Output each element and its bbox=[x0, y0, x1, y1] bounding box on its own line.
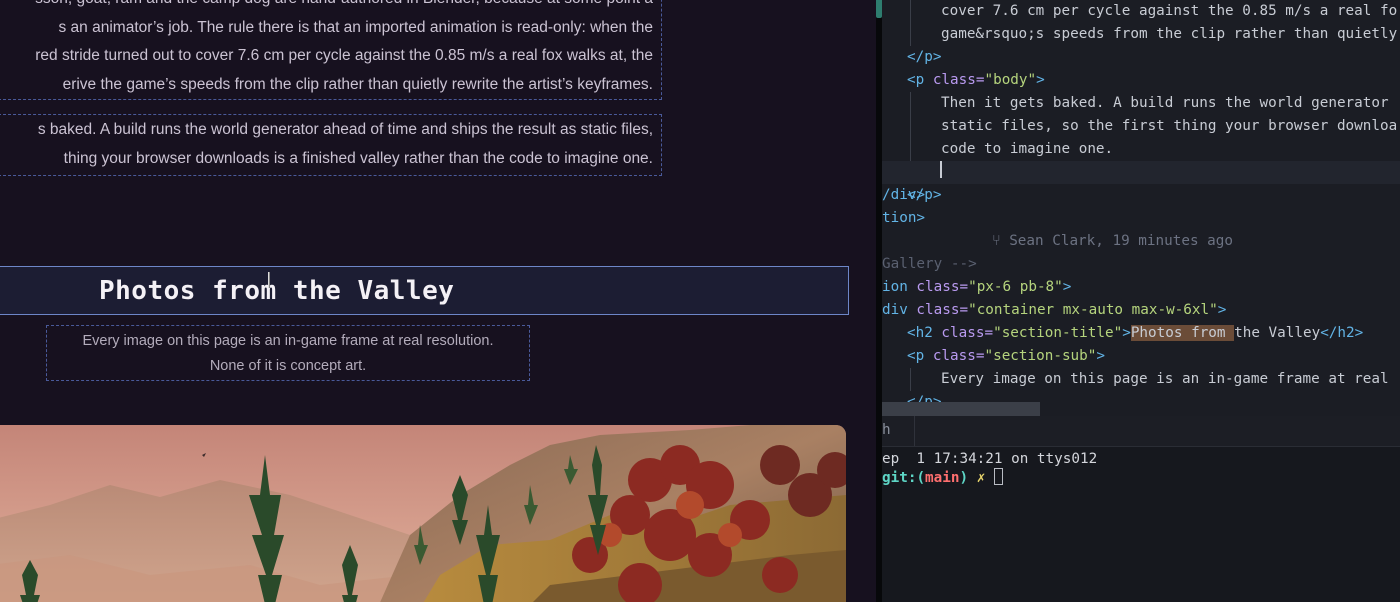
indent-guide bbox=[910, 0, 911, 46]
paragraph-line: sson, goat, ram and the camp dog are han… bbox=[0, 0, 661, 14]
section-title-box: Photos from the Valley bbox=[0, 266, 849, 315]
browser-preview[interactable]: sson, goat, ram and the camp dog are han… bbox=[0, 0, 876, 602]
code-line[interactable]: Every image on this page is an in-game f… bbox=[941, 368, 1389, 391]
code-line[interactable]: Gallery --> bbox=[882, 253, 977, 276]
git-branch: main bbox=[925, 470, 960, 486]
dirty-status-icon: ✗ bbox=[976, 470, 986, 486]
paragraph-line: s baked. A build runs the world generato… bbox=[37, 121, 653, 138]
git-commit-icon: ⑂ bbox=[992, 233, 1010, 249]
code-line[interactable]: tion> bbox=[882, 207, 925, 230]
code-line[interactable]: <p class="section-sub"> bbox=[907, 345, 1105, 368]
code-line[interactable]: div class="container mx-auto max-w-6xl"> bbox=[882, 299, 1226, 322]
code-line[interactable]: </p> bbox=[907, 46, 941, 69]
terminal-cursor bbox=[993, 468, 1003, 485]
code-line[interactable]: code to imagine one. bbox=[941, 138, 1113, 161]
body-paragraph: s baked. A build runs the world generato… bbox=[0, 114, 662, 176]
terminal-prompt[interactable]: git:(main) ✗ bbox=[882, 468, 1003, 488]
section-subtitle: Every image on this page is an in-game f… bbox=[46, 325, 530, 381]
paragraph-line: red stride turned out to cover 7.6 cm pe… bbox=[35, 47, 653, 64]
paragraph-line: s an animator’s job. The rule there is t… bbox=[58, 18, 654, 36]
valley-photo-image bbox=[0, 425, 846, 602]
code-line[interactable]: static files, so the first thing your br… bbox=[941, 115, 1397, 138]
story-paragraph: sson, goat, ram and the camp dog are han… bbox=[0, 0, 662, 100]
indent-guide bbox=[910, 368, 911, 391]
subtitle-line: Every image on this page is an in-game f… bbox=[82, 333, 494, 349]
terminal-tab[interactable]: h bbox=[882, 416, 915, 446]
paragraph-line: thing your browser downloads is a finish… bbox=[63, 149, 653, 167]
subtitle-line: None of it is concept art. bbox=[209, 357, 367, 374]
terminal-tab-bar: h bbox=[882, 416, 1400, 447]
indent-guide bbox=[910, 92, 911, 161]
code-line[interactable]: Then it gets baked. A build runs the wor… bbox=[941, 92, 1389, 115]
code-line[interactable]: /div> bbox=[882, 184, 925, 207]
code-line[interactable]: cover 7.6 cm per cycle against the 0.85 … bbox=[941, 0, 1397, 23]
editor-caret bbox=[940, 161, 942, 178]
selection-highlight: Photos from bbox=[1130, 325, 1235, 341]
paragraph-line: erive the game’s speeds from the clip ra… bbox=[62, 75, 653, 93]
valley-photo bbox=[0, 425, 846, 602]
git-blame-annotation: ⑂ Sean Clark, 19 minutes ago bbox=[992, 233, 1233, 249]
section-title: Photos from the Valley bbox=[99, 276, 455, 306]
terminal-tab-label: h bbox=[882, 422, 891, 438]
terminal-login-line: ep 1 17:34:21 on ttys012 bbox=[882, 451, 1098, 467]
text-cursor-icon bbox=[268, 272, 270, 288]
code-line[interactable]: <h2 class="section-title">Photos from th… bbox=[907, 322, 1363, 345]
terminal-panel[interactable]: h ep 1 17:34:21 on ttys012 git:(main) ✗ bbox=[882, 416, 1400, 602]
code-line[interactable]: <p class="body"> bbox=[907, 69, 1045, 92]
current-code-line[interactable]: </p> ⑂ Sean Clark, 19 minutes ago bbox=[882, 161, 1400, 249]
code-line[interactable]: ion class="px-6 pb-8"> bbox=[882, 276, 1071, 299]
code-editor[interactable]: cover 7.6 cm per cycle against the 0.85 … bbox=[882, 0, 1400, 416]
code-line[interactable]: game&rsquo;s speeds from the clip rather… bbox=[941, 23, 1397, 46]
editor-horizontal-scrollbar[interactable] bbox=[882, 402, 1040, 416]
